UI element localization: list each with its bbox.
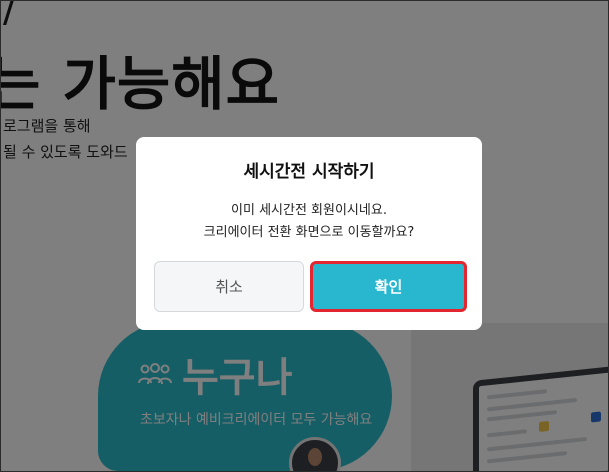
cancel-button[interactable]: 취소	[154, 261, 304, 312]
confirm-dialog: 세시간전 시작하기 이미 세시간전 회원이시네요. 크리에이터 전환 화면으로 …	[136, 137, 482, 330]
dialog-title: 세시간전 시작하기	[243, 162, 375, 182]
confirm-button[interactable]: 확인	[310, 261, 467, 312]
dialog-message-line-2: 크리에이터 전환 화면으로 이동할까요?	[203, 225, 415, 240]
dialog-message-line-1: 이미 세시간전 회원이시네요.	[231, 203, 387, 218]
browser-viewport: / 는 가능해요 로그램을 통해 될 수 있도록 도와드 누구나 초보자나 예비…	[0, 0, 609, 472]
